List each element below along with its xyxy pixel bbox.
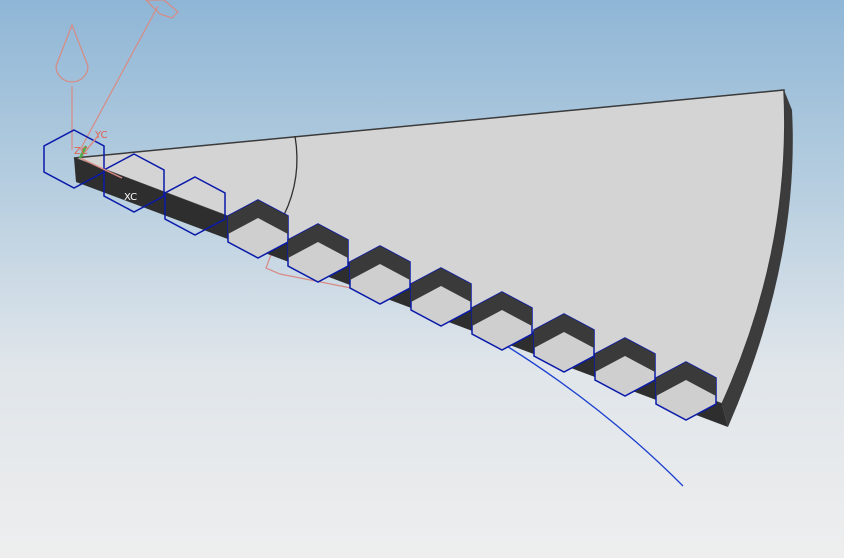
datum-z-cone-icon[interactable] (55, 23, 89, 83)
datum-y-cone-icon[interactable] (145, 0, 179, 19)
model-view[interactable]: XC YC ZC (0, 0, 844, 558)
sector-top-face[interactable] (73, 89, 786, 405)
datum-y-axis[interactable] (79, 5, 159, 151)
graphics-window[interactable]: XC YC ZC (0, 0, 844, 558)
wcs-zc-label: ZC (74, 146, 88, 157)
wcs-xc-label: XC (124, 192, 137, 203)
wcs-yc-label: YC (94, 130, 108, 141)
